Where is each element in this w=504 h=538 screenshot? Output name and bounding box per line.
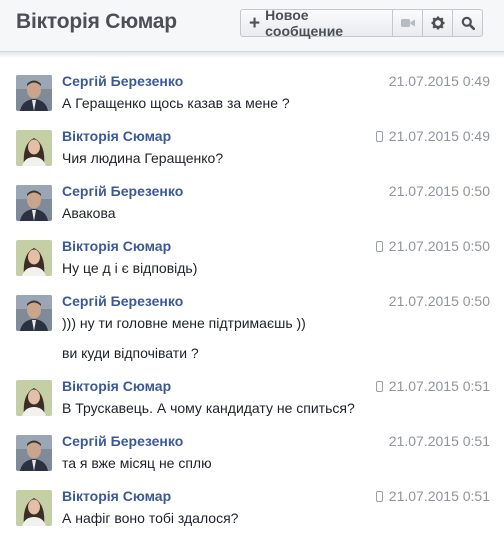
gear-icon [431, 16, 444, 30]
video-camera-icon [400, 19, 415, 27]
timestamp-text: 21.07.2015 0:51 [388, 488, 490, 504]
avatar[interactable] [16, 185, 52, 221]
message-text: А нафіг воно тобі здалося? [62, 510, 239, 526]
timestamp-text: 21.07.2015 0:51 [388, 378, 490, 394]
message-text: ))) ну ти головне мене підтримаєшь )) [62, 315, 306, 331]
sender-name[interactable]: Вікторія Сюмар [62, 378, 171, 394]
new-message-label: Новое сообщение [265, 7, 344, 39]
message-text: ви куди відпочівати ? [62, 345, 199, 361]
video-call-button[interactable] [392, 9, 423, 37]
search-icon [461, 16, 475, 30]
timestamp-text: 21.07.2015 0:50 [388, 183, 490, 199]
message-timestamp: 21.07.2015 0:49 [375, 128, 490, 144]
message-timestamp: 21.07.2015 0:50 [389, 293, 490, 309]
message-text: Ну це д і є відповідь) [62, 260, 198, 276]
sender-name[interactable]: Сергій Березенко [62, 433, 183, 449]
sender-name[interactable]: Сергій Березенко [62, 293, 183, 309]
message-timestamp: 21.07.2015 0:51 [375, 488, 490, 504]
plus-icon: + [249, 12, 261, 34]
mobile-phone-icon [375, 130, 383, 142]
message-text: та я вже місяц не сплю [62, 455, 212, 471]
sender-name[interactable]: Сергій Березенко [62, 183, 183, 199]
mobile-phone-icon [375, 490, 383, 502]
new-message-button[interactable]: + Новое сообщение [240, 7, 393, 39]
sender-name[interactable]: Сергій Березенко [62, 73, 183, 89]
conversation-header: Вікторія Сюмар + Новое сообщение [0, 0, 504, 58]
message-timestamp: 21.07.2015 0:51 [389, 433, 490, 449]
timestamp-text: 21.07.2015 0:49 [388, 128, 490, 144]
avatar[interactable] [16, 75, 52, 111]
timestamp-text: 21.07.2015 0:51 [388, 433, 490, 449]
message-timestamp: 21.07.2015 0:50 [389, 183, 490, 199]
sender-name[interactable]: Вікторія Сюмар [62, 238, 171, 254]
message-timestamp: 21.07.2015 0:49 [389, 73, 490, 89]
message-text: А Геращенко щось казав за мене ? [62, 95, 290, 111]
avatar[interactable] [16, 380, 52, 416]
search-button[interactable] [452, 9, 483, 37]
message-text: Чия людина Геращенко? [62, 150, 224, 166]
message-timestamp: 21.07.2015 0:51 [375, 378, 490, 394]
timestamp-text: 21.07.2015 0:50 [388, 293, 490, 309]
timestamp-text: 21.07.2015 0:49 [388, 73, 490, 89]
mobile-phone-icon [375, 240, 383, 252]
conversation-toolbar: + Новое сообщение [240, 7, 483, 39]
timestamp-text: 21.07.2015 0:50 [388, 238, 490, 254]
avatar[interactable] [16, 490, 52, 526]
sender-name[interactable]: Вікторія Сюмар [62, 128, 171, 144]
avatar[interactable] [16, 435, 52, 471]
sender-name[interactable]: Вікторія Сюмар [62, 488, 171, 504]
mobile-phone-icon [375, 380, 383, 392]
conversation-title: Вікторія Сюмар [16, 10, 177, 33]
avatar[interactable] [16, 295, 52, 331]
message-text: Авакова [62, 205, 116, 221]
avatar[interactable] [16, 130, 52, 166]
settings-button[interactable] [422, 9, 453, 37]
message-timestamp: 21.07.2015 0:50 [375, 238, 490, 254]
avatar[interactable] [16, 240, 52, 276]
message-text: В Трускавець. А чому кандидату не спитьс… [62, 400, 355, 416]
